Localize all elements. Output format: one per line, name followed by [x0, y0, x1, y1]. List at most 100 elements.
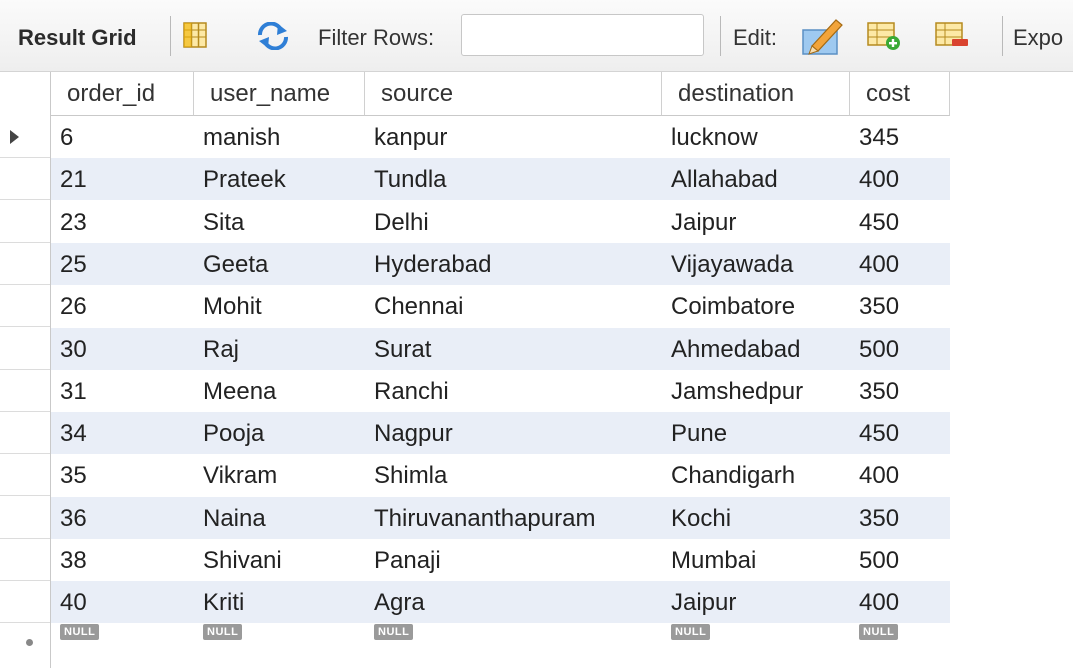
- cell-order-id[interactable]: 26: [51, 285, 194, 327]
- cell-order-id[interactable]: 23: [51, 201, 194, 243]
- result-grid-label[interactable]: Result Grid: [18, 24, 137, 52]
- row-header[interactable]: [0, 201, 50, 243]
- cell-cost[interactable]: 500: [850, 539, 950, 581]
- cell-order-id[interactable]: 6: [51, 116, 194, 158]
- cell-source[interactable]: Tundla: [365, 158, 662, 200]
- refresh-icon[interactable]: [256, 21, 290, 55]
- cell-order-id[interactable]: 38: [51, 539, 194, 581]
- cell-user-name[interactable]: Meena: [194, 370, 365, 412]
- table-row[interactable]: 21 Prateek Tundla Allahabad 400: [51, 158, 950, 201]
- row-header[interactable]: [0, 116, 50, 158]
- cell-user-name[interactable]: Raj: [194, 328, 365, 370]
- cell-destination[interactable]: lucknow: [662, 116, 850, 158]
- row-header[interactable]: [0, 454, 50, 497]
- cell-order-id[interactable]: 31: [51, 370, 194, 412]
- table-row[interactable]: 40 Kriti Agra Jaipur 400: [51, 581, 950, 624]
- row-header[interactable]: [0, 497, 50, 539]
- column-header-user-name[interactable]: user_name: [194, 72, 365, 116]
- cell-destination[interactable]: Kochi: [662, 497, 850, 539]
- column-header-source[interactable]: source: [365, 72, 662, 116]
- add-row-icon[interactable]: [866, 20, 902, 57]
- row-header[interactable]: [0, 581, 50, 624]
- cell-cost[interactable]: 400: [850, 243, 950, 285]
- null-badge[interactable]: NULL: [671, 623, 711, 640]
- cell-cost[interactable]: 400: [850, 158, 950, 200]
- cell-source[interactable]: Thiruvananthapuram: [365, 497, 662, 539]
- delete-row-icon[interactable]: [934, 20, 970, 57]
- cell-user-name[interactable]: Pooja: [194, 412, 365, 454]
- cell-source[interactable]: Chennai: [365, 285, 662, 327]
- row-header[interactable]: [0, 328, 50, 370]
- cell-user-name[interactable]: manish: [194, 116, 365, 158]
- cell-user-name[interactable]: Shivani: [194, 539, 365, 581]
- cell-user-name[interactable]: Prateek: [194, 158, 365, 200]
- cell-destination[interactable]: Allahabad: [662, 158, 850, 200]
- table-row[interactable]: 6 manish kanpur lucknow 345: [51, 116, 950, 158]
- cell-cost[interactable]: 400: [850, 581, 950, 623]
- row-header[interactable]: [0, 412, 50, 455]
- cell-destination[interactable]: Ahmedabad: [662, 328, 850, 370]
- null-badge[interactable]: NULL: [374, 623, 414, 640]
- column-header-order-id[interactable]: order_id: [51, 72, 194, 116]
- table-row[interactable]: 30 Raj Surat Ahmedabad 500: [51, 327, 950, 370]
- cell-destination[interactable]: Jaipur: [662, 201, 850, 243]
- cell-user-name[interactable]: Geeta: [194, 243, 365, 285]
- cell-destination[interactable]: Pune: [662, 412, 850, 454]
- table-row[interactable]: 23 Sita Delhi Jaipur 450: [51, 201, 950, 243]
- table-row[interactable]: 25 Geeta Hyderabad Vijayawada 400: [51, 242, 950, 285]
- cell-source[interactable]: Panaji: [365, 539, 662, 581]
- null-badge[interactable]: NULL: [60, 623, 100, 640]
- cell-order-id[interactable]: 30: [51, 328, 194, 370]
- cell-source[interactable]: kanpur: [365, 116, 662, 158]
- table-row[interactable]: 31 Meena Ranchi Jamshedpur 350: [51, 370, 950, 412]
- cell-cost[interactable]: 450: [850, 201, 950, 243]
- cell-source[interactable]: Nagpur: [365, 412, 662, 454]
- row-header[interactable]: [0, 243, 50, 285]
- filter-rows-input[interactable]: [461, 14, 704, 56]
- cell-order-id[interactable]: 21: [51, 158, 194, 200]
- cell-order-id[interactable]: 40: [51, 581, 194, 623]
- cell-user-name[interactable]: Sita: [194, 201, 365, 243]
- cell-user-name[interactable]: Vikram: [194, 454, 365, 496]
- export-label[interactable]: Expo: [1013, 24, 1063, 52]
- grid-layout-icon[interactable]: [180, 20, 210, 55]
- column-header-destination[interactable]: destination: [662, 72, 850, 116]
- cell-source[interactable]: Delhi: [365, 201, 662, 243]
- cell-source[interactable]: Hyderabad: [365, 243, 662, 285]
- table-row[interactable]: 26 Mohit Chennai Coimbatore 350: [51, 285, 950, 327]
- cell-cost[interactable]: 500: [850, 328, 950, 370]
- cell-source[interactable]: Ranchi: [365, 370, 662, 412]
- null-badge[interactable]: NULL: [859, 623, 899, 640]
- cell-source[interactable]: Surat: [365, 328, 662, 370]
- row-header[interactable]: [0, 539, 50, 581]
- table-row[interactable]: 34 Pooja Nagpur Pune 450: [51, 412, 950, 455]
- cell-order-id[interactable]: 25: [51, 243, 194, 285]
- table-row[interactable]: 36 Naina Thiruvananthapuram Kochi 350: [51, 496, 950, 539]
- cell-user-name[interactable]: Naina: [194, 497, 365, 539]
- cell-destination[interactable]: Jamshedpur: [662, 370, 850, 412]
- cell-cost[interactable]: 350: [850, 497, 950, 539]
- row-header[interactable]: [0, 285, 50, 328]
- cell-cost[interactable]: 345: [850, 116, 950, 158]
- row-header[interactable]: [0, 370, 50, 412]
- cell-cost[interactable]: 350: [850, 370, 950, 412]
- cell-order-id[interactable]: 36: [51, 497, 194, 539]
- cell-source[interactable]: Agra: [365, 581, 662, 623]
- row-header[interactable]: [0, 158, 50, 201]
- cell-destination[interactable]: Mumbai: [662, 539, 850, 581]
- cell-destination[interactable]: Coimbatore: [662, 285, 850, 327]
- table-row[interactable]: 38 Shivani Panaji Mumbai 500: [51, 539, 950, 581]
- cell-cost[interactable]: 450: [850, 412, 950, 454]
- cell-order-id[interactable]: 34: [51, 412, 194, 454]
- cell-cost[interactable]: 400: [850, 454, 950, 496]
- edit-pencil-icon[interactable]: [800, 16, 846, 63]
- cell-destination[interactable]: Chandigarh: [662, 454, 850, 496]
- cell-order-id[interactable]: 35: [51, 454, 194, 496]
- cell-cost[interactable]: 350: [850, 285, 950, 327]
- new-row-placeholder[interactable]: NULL NULL NULL NULL NULL: [51, 623, 950, 666]
- cell-user-name[interactable]: Kriti: [194, 581, 365, 623]
- column-header-cost[interactable]: cost: [850, 72, 950, 116]
- null-badge[interactable]: NULL: [203, 623, 243, 640]
- cell-user-name[interactable]: Mohit: [194, 285, 365, 327]
- cell-source[interactable]: Shimla: [365, 454, 662, 496]
